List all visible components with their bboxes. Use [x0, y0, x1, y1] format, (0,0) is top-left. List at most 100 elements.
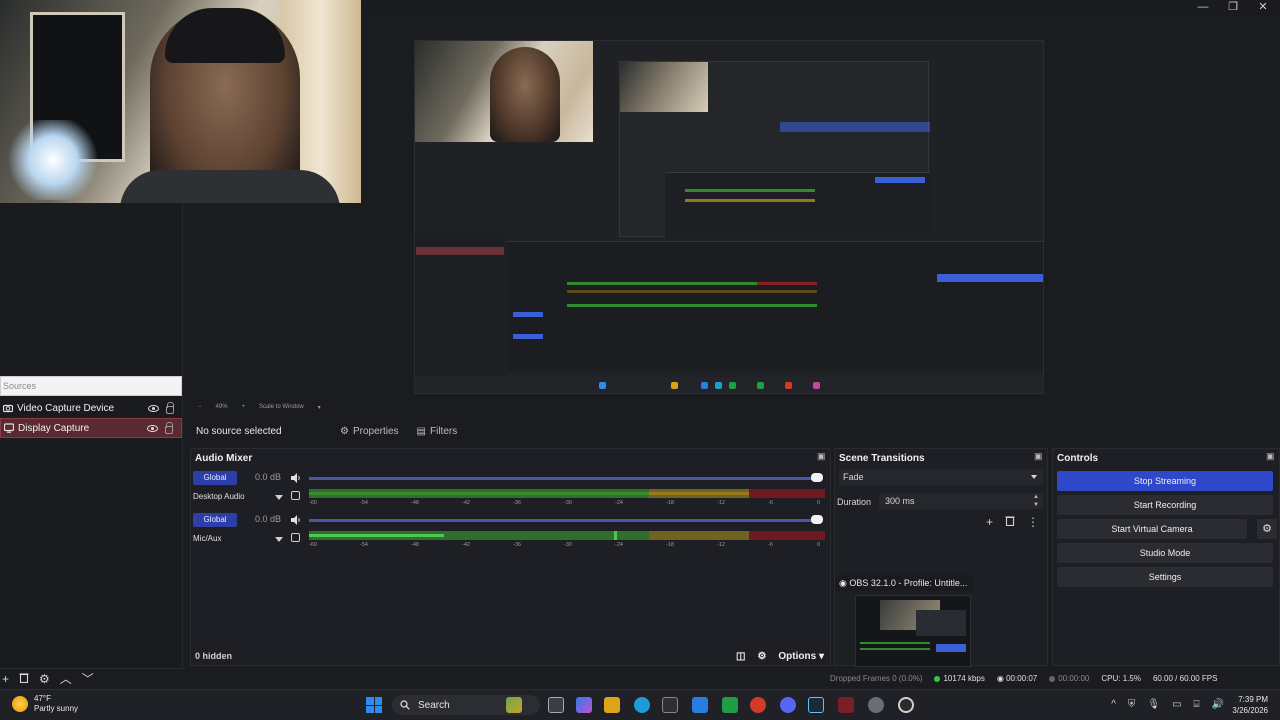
dropped-frames: Dropped Frames 0 (0.0%)	[830, 674, 923, 683]
add-icon[interactable]: +	[986, 515, 993, 529]
trash-icon[interactable]	[1005, 515, 1015, 529]
channel-name: Mic/Aux	[193, 534, 222, 543]
settings-app-icon[interactable]	[868, 697, 884, 713]
visibility-eye-icon[interactable]	[148, 404, 159, 412]
fps: 60.00 / 60.00 FPS	[1152, 674, 1218, 683]
volume-slider-handle[interactable]	[811, 515, 823, 524]
app-icon[interactable]	[838, 697, 854, 713]
chevron-down-icon[interactable]: ▾	[318, 404, 321, 411]
preview-scale-mode[interactable]: Scale to Window	[259, 404, 304, 410]
preview-scale-label: 49%	[215, 404, 228, 410]
sources-header: Sources	[0, 376, 182, 396]
gear-icon: ⚙	[340, 425, 349, 437]
stop-streaming-button[interactable]: Stop Streaming	[1057, 471, 1273, 491]
global-badge[interactable]: Global	[193, 471, 237, 485]
dock-menu-icon[interactable]: ▣	[1034, 452, 1043, 461]
dock-menu-icon[interactable]: ▣	[817, 452, 826, 461]
display-icon[interactable]: ▭	[1172, 699, 1181, 710]
discord-icon[interactable]	[780, 697, 796, 713]
chevron-down-icon[interactable]	[275, 537, 283, 542]
virtual-camera-settings-icon[interactable]: ⚙	[1257, 519, 1277, 539]
stream-icon: ◉	[996, 674, 1004, 683]
obs-icon[interactable]	[898, 697, 914, 713]
advanced-audio-icon[interactable]: ⚙	[757, 651, 766, 662]
windows-taskbar: 47°F Partly sunny Search ^ ⛨ 🎙 ▭ ⌸ 🔊 7:3…	[0, 689, 1280, 720]
speaker-icon[interactable]	[291, 515, 301, 525]
settings-button[interactable]: Settings	[1057, 567, 1273, 587]
preview-nested-screen	[619, 61, 930, 238]
global-badge[interactable]: Global	[193, 513, 237, 527]
layout-icon[interactable]: ◫	[736, 651, 745, 662]
mixer-channel-mic-aux: Global 0.0 dB Mic/Aux -60 -54 -48 -42 -3…	[191, 513, 831, 553]
source-item-video-capture[interactable]: Video Capture Device	[0, 398, 182, 418]
speaker-icon[interactable]	[291, 473, 301, 483]
taskbar-clock[interactable]: 7:39 PM 3/26/2026	[1232, 694, 1268, 716]
preview-scale-row: − 49% + Scale to Window ▾	[190, 400, 1280, 414]
filters-button[interactable]: ▤ Filters	[411, 422, 464, 440]
close-button[interactable]: ✕	[1256, 1, 1270, 13]
chevron-down-icon[interactable]: ﹀	[82, 670, 94, 687]
microphone-icon[interactable]: 🎙	[1147, 699, 1160, 710]
outlook-icon[interactable]	[692, 697, 708, 713]
preview-webcam	[415, 41, 593, 142]
zoom-out-icon[interactable]: −	[198, 404, 202, 410]
network-icon[interactable]: ⌸	[1194, 699, 1200, 710]
channel-settings-icon[interactable]	[291, 491, 300, 500]
weather-widget[interactable]: 47°F Partly sunny	[12, 694, 78, 714]
search-highlight-icon	[506, 697, 522, 713]
shield-icon[interactable]: ⛨	[1128, 699, 1136, 710]
media-player-icon[interactable]	[750, 697, 766, 713]
visibility-eye-icon[interactable]	[147, 424, 158, 432]
edge-icon[interactable]	[634, 697, 650, 713]
chevron-down-icon[interactable]	[275, 495, 283, 500]
lock-icon[interactable]	[165, 421, 173, 434]
task-view-icon[interactable]	[548, 697, 564, 713]
scene-transitions-dock: Scene Transitions ▣ Fade Duration 300 ms…	[834, 448, 1048, 667]
studio-mode-button[interactable]: Studio Mode	[1057, 543, 1273, 563]
stream-time: ◉ 00:00:07	[996, 674, 1038, 683]
duration-input[interactable]: 300 ms ▲ ▼	[879, 493, 1043, 509]
minimize-button[interactable]: —	[1196, 1, 1210, 13]
transition-select[interactable]: Fade	[839, 469, 1043, 485]
taskbar-preview-thumbnail[interactable]	[855, 595, 971, 667]
dock-title: Audio Mixer	[195, 453, 253, 464]
add-icon[interactable]: +	[2, 672, 9, 686]
store-icon[interactable]	[662, 697, 678, 713]
chevron-up-icon[interactable]: ^	[1111, 699, 1116, 710]
window-controls: — ❐ ✕	[1196, 0, 1270, 14]
channel-name: Desktop Audio	[193, 492, 245, 501]
copilot-icon[interactable]	[576, 697, 592, 713]
chevron-up-icon[interactable]: ︿	[60, 670, 72, 687]
bitrate: 10174 kbps	[934, 674, 985, 683]
zoom-in-icon[interactable]: +	[242, 404, 246, 410]
volume-slider[interactable]	[309, 477, 819, 480]
audio-mixer-dock: Audio Mixer ▣ Global 0.0 dB Desktop Audi…	[190, 448, 831, 666]
windows-start-icon[interactable]	[366, 697, 382, 713]
channel-settings-icon[interactable]	[291, 533, 300, 542]
lock-icon[interactable]	[166, 401, 174, 414]
volume-db: 0.0 dB	[255, 472, 282, 482]
meter-ticks: -60 -54 -48 -42 -36 -30 -24 -18 -12 -6 0	[309, 542, 821, 548]
properties-button[interactable]: ⚙ Properties	[334, 422, 405, 440]
context-bar: No source selected ⚙ Properties ▤ Filter…	[190, 420, 1280, 442]
gear-icon[interactable]: ⚙	[39, 672, 50, 686]
meter-ticks: -60 -54 -48 -42 -36 -30 -24 -18 -12 -6 0	[309, 500, 821, 506]
program-preview[interactable]	[414, 40, 1044, 394]
dock-menu-icon[interactable]: ▣	[1266, 452, 1275, 461]
file-explorer-icon[interactable]	[604, 697, 620, 713]
steam-icon[interactable]	[808, 697, 824, 713]
maximize-button[interactable]: ❐	[1226, 1, 1240, 13]
excel-icon[interactable]	[722, 697, 738, 713]
start-recording-button[interactable]: Start Recording	[1057, 495, 1273, 515]
more-icon[interactable]: ⋮	[1027, 515, 1039, 529]
start-virtual-camera-button[interactable]: Start Virtual Camera	[1057, 519, 1247, 539]
webcam-overlay	[0, 0, 361, 203]
obs-icon: ◉	[839, 578, 847, 588]
volume-slider[interactable]	[309, 519, 819, 522]
volume-icon[interactable]: 🔊	[1212, 699, 1224, 710]
source-item-display-capture[interactable]: Display Capture	[0, 418, 182, 438]
duration-spinner[interactable]: ▲ ▼	[1033, 493, 1039, 509]
volume-slider-handle[interactable]	[811, 473, 823, 482]
options-button[interactable]: Options ▾	[778, 651, 824, 662]
trash-icon[interactable]	[19, 672, 29, 686]
